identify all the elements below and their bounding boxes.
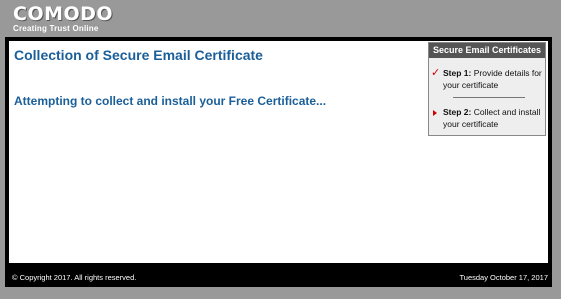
logo-tagline: Creating Trust Online [13,24,99,33]
page-title: Collection of Secure Email Certificate [14,47,263,63]
status-message: Attempting to collect and install your F… [14,94,327,108]
logo-name: COMODO [13,3,114,25]
step-1-label: Step 1: [443,68,472,78]
step-1: ✓ Step 1: Provide details for your certi… [429,67,545,91]
footer-date: Tuesday October 17, 2017 [459,273,548,282]
page-frame: Collection of Secure Email Certificate A… [5,37,552,287]
steps-panel: Secure Email Certificates ✓ Step 1: Prov… [428,42,546,136]
step-2-label: Step 2: [443,107,472,117]
step-divider [453,97,525,98]
content-area: Collection of Secure Email Certificate A… [9,41,548,263]
check-icon: ✓ [431,67,441,79]
comodo-logo: COMODO Creating Trust Online [13,4,113,34]
steps-panel-header: Secure Email Certificates [429,43,545,58]
footer-copyright: © Copyright 2017. All rights reserved. [12,273,137,282]
step-2: Step 2: Collect and install your certifi… [429,106,545,130]
arrow-right-icon [433,110,437,116]
